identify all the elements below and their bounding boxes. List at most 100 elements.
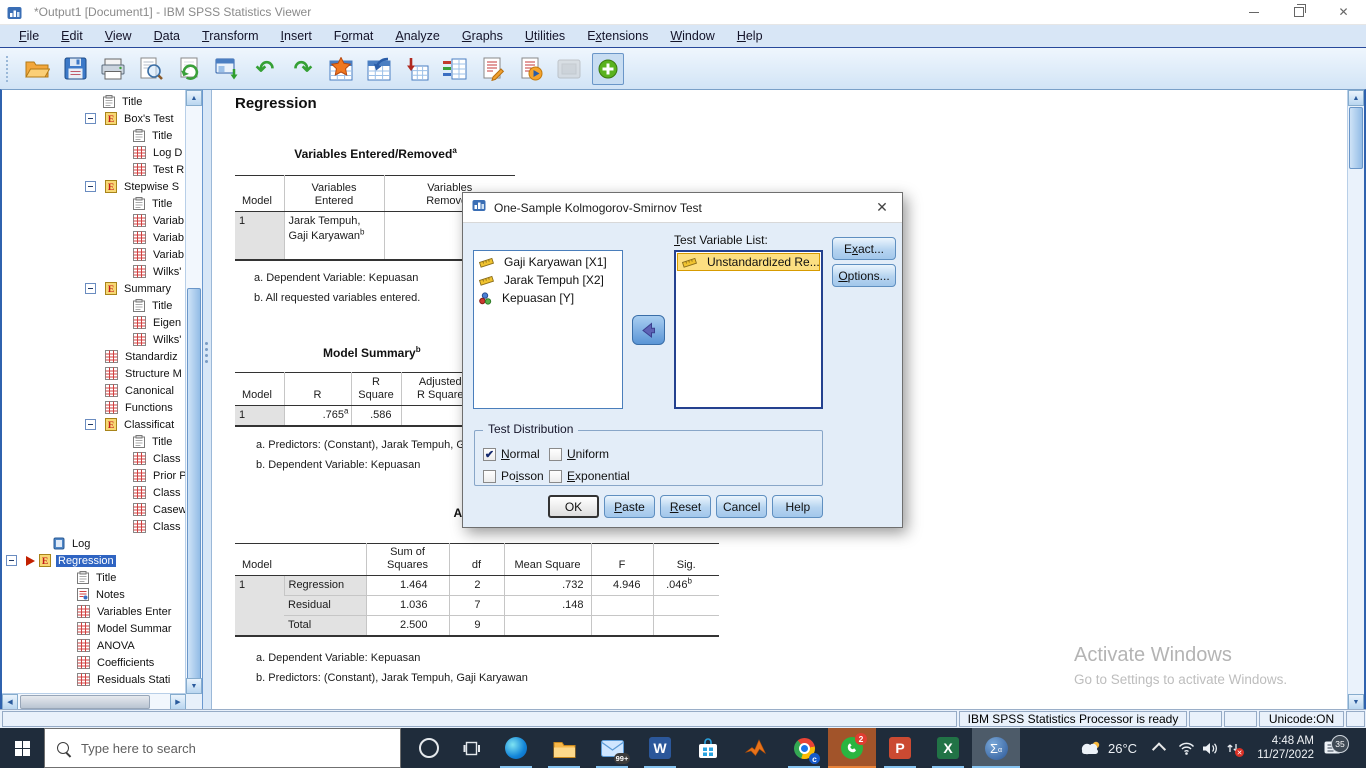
menu-item-insert[interactable]: Insert [270, 27, 323, 45]
outline-item-title[interactable]: Title [2, 93, 186, 110]
run-script-icon[interactable] [516, 54, 546, 84]
outline-item-class[interactable]: Class [2, 484, 186, 501]
menu-item-graphs[interactable]: Graphs [451, 27, 514, 45]
cancel-button[interactable]: Cancel [716, 495, 767, 518]
outline-item-box-s-test[interactable]: EBox's Test [2, 110, 186, 127]
source-variable-list[interactable]: Gaji Karyawan [X1]Jarak Tempuh [X2]Kepua… [473, 250, 623, 409]
menu-item-help[interactable]: Help [726, 27, 774, 45]
clock[interactable]: 4:48 AM 11/27/2022 [1248, 728, 1314, 768]
outline-item-model-summar[interactable]: Model Summar [2, 620, 186, 637]
variable-item-unstandardized-re[interactable]: Unstandardized Re... [677, 253, 820, 271]
outline-item-title[interactable]: Title [2, 433, 186, 450]
outline-item-variables-enter[interactable]: Variables Enter [2, 603, 186, 620]
variable-item-kepuasan-y[interactable]: Kepuasan [Y] [474, 289, 622, 307]
volume-icon[interactable] [1202, 728, 1218, 768]
matlab-taskbar-icon[interactable] [732, 728, 780, 768]
undo-icon[interactable]: ↶ [250, 54, 280, 84]
paste-button[interactable]: Paste [604, 495, 655, 518]
scroll-right-icon[interactable]: ▶ [170, 694, 186, 710]
task-view-button[interactable] [452, 728, 490, 768]
outline-item-summary[interactable]: ESummary [2, 280, 186, 297]
redo-icon[interactable]: ↷ [288, 54, 318, 84]
minimize-icon[interactable] [1231, 0, 1276, 24]
scroll-up-icon[interactable]: ▲ [1348, 90, 1364, 106]
search-input[interactable] [79, 740, 363, 757]
menu-item-data[interactable]: Data [143, 27, 191, 45]
menu-item-view[interactable]: View [94, 27, 143, 45]
collapse-box-icon[interactable] [6, 555, 17, 566]
open-output-icon[interactable] [22, 54, 52, 84]
options-button[interactable]: Options... [832, 264, 896, 287]
reset-button[interactable]: Reset [660, 495, 711, 518]
dialog-close-icon[interactable]: ✕ [871, 199, 893, 216]
checkbox-uniform[interactable]: Uniform [549, 443, 659, 465]
tray-chevron-icon[interactable] [1154, 728, 1164, 768]
outline-item-functions[interactable]: Functions [2, 399, 186, 416]
mail-taskbar-icon[interactable]: 99+ [588, 728, 636, 768]
scroll-up-icon[interactable]: ▲ [186, 90, 202, 106]
menu-item-window[interactable]: Window [659, 27, 725, 45]
outline-item-log-d[interactable]: Log D [2, 144, 186, 161]
outline-item-regression[interactable]: ERegression [2, 552, 186, 569]
menu-item-extensions[interactable]: Extensions [576, 27, 659, 45]
outline-item-coefficients[interactable]: Coefficients [2, 654, 186, 671]
help-button[interactable]: Help [772, 495, 823, 518]
test-variable-list[interactable]: Unstandardized Re... [674, 250, 823, 409]
outline-item-variab[interactable]: Variab [2, 212, 186, 229]
goto-case-icon[interactable] [326, 54, 356, 84]
outline-item-title[interactable]: Title [2, 127, 186, 144]
scroll-left-icon[interactable]: ◀ [2, 694, 18, 710]
close-icon[interactable]: ✕ [1321, 0, 1366, 24]
outline-item-title[interactable]: Title [2, 569, 186, 586]
normal-checkbox[interactable]: ✔ [483, 448, 496, 461]
outline-item-stepwise-s[interactable]: EStepwise S [2, 178, 186, 195]
print-preview-icon[interactable] [136, 54, 166, 84]
menu-item-utilities[interactable]: Utilities [514, 27, 576, 45]
powerpoint-taskbar-icon[interactable]: P [876, 728, 924, 768]
ok-button[interactable]: OK [548, 495, 599, 518]
restore-icon[interactable] [1276, 0, 1321, 24]
notification-center-icon[interactable]: 35 [1324, 728, 1342, 768]
outline-item-prior-p[interactable]: Prior P [2, 467, 186, 484]
collapse-box-icon[interactable] [85, 113, 96, 124]
use-variable-sets-icon[interactable] [440, 54, 470, 84]
edge-taskbar-icon[interactable] [492, 728, 540, 768]
print-icon[interactable] [98, 54, 128, 84]
spss-taskbar-icon[interactable]: Σα [972, 728, 1020, 768]
menu-item-analyze[interactable]: Analyze [384, 27, 450, 45]
outline-item-wilks[interactable]: Wilks' [2, 331, 186, 348]
show-hide-icon[interactable] [592, 53, 624, 85]
uniform-checkbox[interactable] [549, 448, 562, 461]
outline-item-notes[interactable]: Notes [2, 586, 186, 603]
variables-icon[interactable] [402, 54, 432, 84]
collapse-box-icon[interactable] [85, 283, 96, 294]
menu-item-edit[interactable]: Edit [50, 27, 94, 45]
save-output-icon[interactable] [60, 54, 90, 84]
outline-item-anova[interactable]: ANOVA [2, 637, 186, 654]
menu-item-file[interactable]: File [8, 27, 50, 45]
scrollbar-thumb[interactable] [1349, 107, 1363, 169]
dialog-title-bar[interactable]: One-Sample Kolmogorov-Smirnov Test ✕ [463, 193, 902, 223]
menu-item-format[interactable]: Format [323, 27, 385, 45]
whatsapp-taskbar-icon[interactable]: 2 [828, 728, 876, 768]
scrollbar-thumb[interactable] [20, 695, 150, 709]
outline-item-log[interactable]: Log [2, 535, 186, 552]
outline-item-title[interactable]: Title [2, 195, 186, 212]
outline-item-variab[interactable]: Variab [2, 229, 186, 246]
chrome-taskbar-icon[interactable]: c [780, 728, 828, 768]
outline-item-standardiz[interactable]: Standardiz [2, 348, 186, 365]
checkbox-normal[interactable]: ✔Normal [483, 443, 549, 465]
cortana-button[interactable] [410, 728, 448, 768]
export-output-icon[interactable] [212, 54, 242, 84]
explorer-taskbar-icon[interactable] [540, 728, 588, 768]
start-button[interactable] [0, 728, 44, 768]
splitter-handle[interactable] [203, 90, 212, 710]
variable-item-gaji-karyawan-x1[interactable]: Gaji Karyawan [X1] [474, 253, 622, 271]
content-vertical-scrollbar[interactable]: ▲ ▼ [1347, 90, 1364, 710]
store-taskbar-icon[interactable] [684, 728, 732, 768]
collapse-box-icon[interactable] [85, 181, 96, 192]
outline-item-canonical[interactable]: Canonical [2, 382, 186, 399]
outline-item-residuals-stati[interactable]: Residuals Stati [2, 671, 186, 688]
word-taskbar-icon[interactable]: W [636, 728, 684, 768]
outline-item-eigen[interactable]: Eigen [2, 314, 186, 331]
